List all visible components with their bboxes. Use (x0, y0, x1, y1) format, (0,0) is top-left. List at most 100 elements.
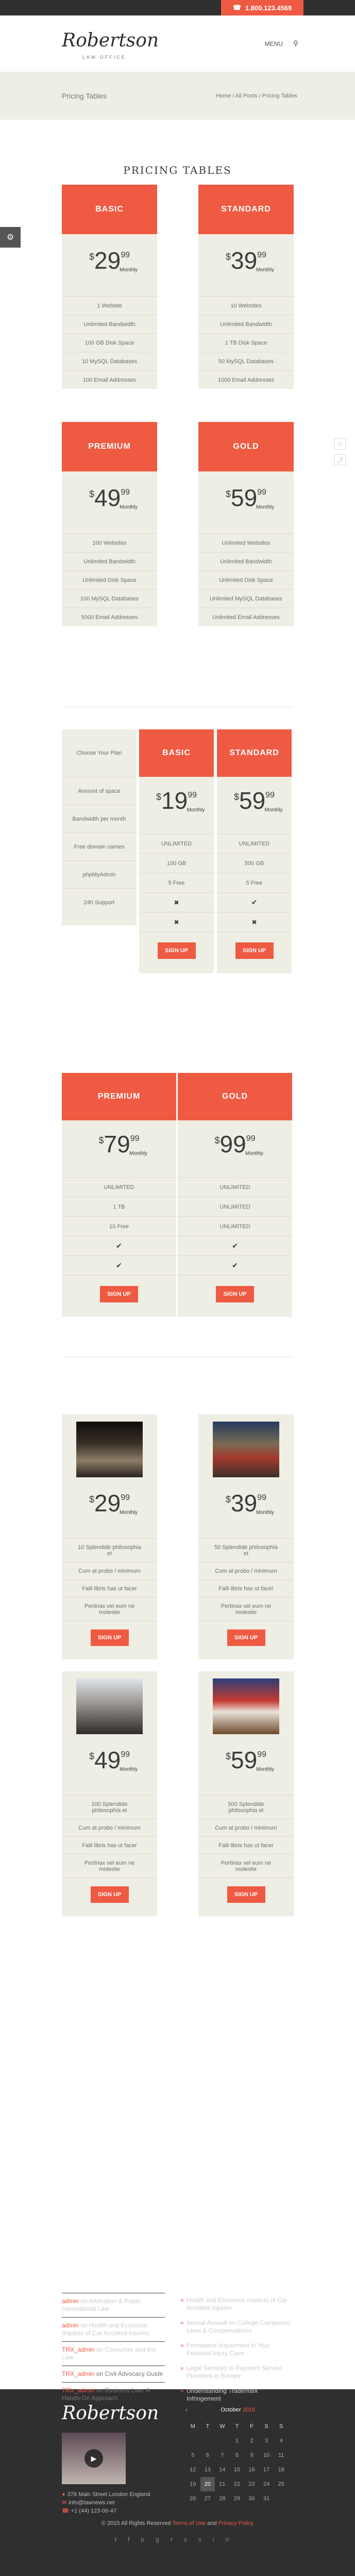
x-icon: ✖ (174, 918, 179, 926)
plan-name: PREMIUM (62, 422, 157, 471)
privacy-link[interactable]: Privacy Policy (218, 2520, 253, 2526)
sign-up-button[interactable]: SIGN UP (100, 1286, 138, 1302)
calendar-day[interactable]: 31 (259, 2491, 274, 2506)
feature-value: UNLIMITED (239, 840, 270, 847)
calendar-day[interactable]: 9 (244, 2448, 259, 2463)
sign-up-button[interactable]: SIGN UP (90, 1629, 129, 1646)
calendar-day[interactable]: 15 (230, 2463, 245, 2477)
footer-email[interactable]: info@lawnews.net (69, 2500, 114, 2506)
comment-author[interactable]: admin (62, 2297, 79, 2305)
terms-link[interactable]: Terms of Use (172, 2520, 206, 2526)
comment-on: on (96, 2387, 104, 2394)
sign-up-button[interactable]: SIGN UP (90, 1886, 129, 1903)
recent-post-link[interactable]: Understanding Trademark Infringement (180, 2384, 294, 2406)
feature-label: phpMyAdmin (62, 860, 137, 888)
comment-item[interactable]: admin on Arbitration & Public Internatio… (62, 2293, 165, 2317)
settings-gear-icon[interactable]: ⚙ (0, 227, 21, 248)
sign-up-button[interactable]: SIGN UP (216, 1286, 254, 1302)
footer-bottom (0, 2552, 355, 2576)
price-currency: $ (226, 489, 231, 499)
menu-button[interactable]: MENU (265, 40, 283, 47)
comment-on: on (96, 2370, 104, 2377)
sign-up-button[interactable]: SIGN UP (227, 1886, 265, 1903)
play-icon[interactable]: ▶ (84, 2449, 103, 2468)
calendar-day[interactable]: 1 (230, 2434, 245, 2448)
social-rss-icon[interactable]: rss (171, 2536, 213, 2543)
social-f-icon[interactable]: f (128, 2536, 141, 2543)
calendar-day[interactable]: 18 (274, 2463, 289, 2477)
comment-author[interactable]: TRX_admin (62, 2387, 94, 2394)
calendar-day[interactable]: 14 (215, 2463, 230, 2477)
social-in-icon[interactable]: in (213, 2536, 240, 2543)
comment-item[interactable]: TRX_admin on Consumer and the Law (62, 2341, 165, 2366)
sign-up-button[interactable]: SIGN UP (227, 1629, 265, 1646)
social-t-icon[interactable]: t (115, 2536, 128, 2543)
social-p-icon[interactable]: p (141, 2536, 156, 2543)
feature-value: 100 GB (166, 860, 187, 867)
calendar-day[interactable]: 5 (185, 2448, 200, 2463)
feature-row: Pertinax vel eum ne molestie (62, 1854, 157, 1878)
search-icon[interactable]: ⚲ (293, 39, 298, 48)
calendar-day[interactable]: 4 (274, 2434, 289, 2448)
share-icon[interactable]: ⤴ (334, 454, 346, 465)
comment-author[interactable]: admin (62, 2322, 79, 2329)
comment-author[interactable]: TRX_admin (62, 2346, 94, 2353)
social-g-icon[interactable]: g (156, 2536, 171, 2543)
calendar-day[interactable]: 27 (200, 2491, 215, 2506)
section-title: PRICING TABLES (123, 164, 232, 176)
calendar-day[interactable]: 21 (215, 2477, 230, 2491)
calendar-day[interactable]: 12 (185, 2463, 200, 2477)
calendar-day[interactable]: 19 (185, 2477, 200, 2491)
calendar-prev-icon[interactable]: ‹ (185, 2407, 188, 2413)
recent-post-link[interactable]: Permanent Impairment in Your Personal In… (180, 2338, 294, 2361)
calendar-day[interactable]: 29 (230, 2491, 245, 2506)
social-links: tfpgrssin (0, 2536, 355, 2543)
footer-video[interactable]: ▶ (62, 2433, 126, 2484)
calendar-day[interactable]: 26 (185, 2491, 200, 2506)
recent-post-link[interactable]: Health and Economic Impacts of Car Accid… (180, 2293, 294, 2316)
price-period: Monthly (256, 1510, 275, 1515)
button-wrap: SIGN UP (198, 1621, 294, 1659)
calendar-day[interactable]: 24 (259, 2477, 274, 2491)
calendar-day[interactable]: 30 (244, 2491, 259, 2506)
feature-labels-column: Choose Your Plan Amount of space Bandwidth… (62, 729, 137, 925)
breadcrumb[interactable]: Home / All Posts / Pricing Tables (216, 93, 297, 99)
calendar-day[interactable]: 10 (259, 2448, 274, 2463)
calendar-day[interactable]: 23 (244, 2477, 259, 2491)
calendar-day[interactable]: 2 (244, 2434, 259, 2448)
recent-post-link[interactable]: Legal Services to Payment Service Provid… (180, 2361, 294, 2384)
calendar-day[interactable]: 20 (200, 2477, 215, 2491)
calendar-day[interactable]: 11 (274, 2448, 289, 2463)
button-wrap: SIGN UP (217, 932, 292, 973)
phone-bar[interactable]: ☎ 1.800.123.4569 (221, 0, 303, 15)
comment-item[interactable]: admin on Health and Economic Impacts of … (62, 2317, 165, 2341)
feature-row: 50 MySQL Databases (198, 352, 294, 370)
price-cents: 99 (257, 1493, 266, 1502)
calendar-day[interactable]: 3 (259, 2434, 274, 2448)
comment-item[interactable]: TRX_admin on Business Law: A Hands-On Ap… (62, 2382, 165, 2406)
calendar-day[interactable]: 6 (200, 2448, 215, 2463)
recent-post-link[interactable]: Sexual Assault on College Campuses: Laws… (180, 2316, 294, 2338)
calendar-day[interactable]: 16 (244, 2463, 259, 2477)
price-period: Monthly (120, 267, 138, 273)
comment-author[interactable]: TRX_admin (62, 2370, 94, 2377)
comment-post[interactable]: Civil Advocacy Guide (105, 2370, 163, 2377)
calendar-day[interactable]: 7 (215, 2448, 230, 2463)
calendar-day[interactable]: 13 (200, 2463, 215, 2477)
site-logo[interactable]: Robertson (62, 30, 159, 51)
comment-item[interactable]: TRX_admin on Civil Advocacy Guide (62, 2366, 165, 2382)
feature-value: 10 Free (109, 1223, 129, 1230)
feature-row: 10 Websites (198, 296, 294, 315)
calendar-day[interactable]: 25 (274, 2477, 289, 2491)
feature-row: Unlimited Bandwidth (62, 315, 157, 333)
star-icon[interactable]: ☆ (334, 438, 346, 450)
price-cents: 99 (257, 251, 266, 259)
calendar-day[interactable]: 8 (230, 2448, 245, 2463)
feature-row: 500 GB (217, 853, 292, 873)
sign-up-button[interactable]: SIGN UP (157, 942, 196, 959)
price-currency: $ (89, 252, 95, 262)
calendar-day[interactable]: 17 (259, 2463, 274, 2477)
sign-up-button[interactable]: SIGN UP (235, 942, 274, 959)
calendar-day[interactable]: 28 (215, 2491, 230, 2506)
calendar-day[interactable]: 22 (230, 2477, 245, 2491)
